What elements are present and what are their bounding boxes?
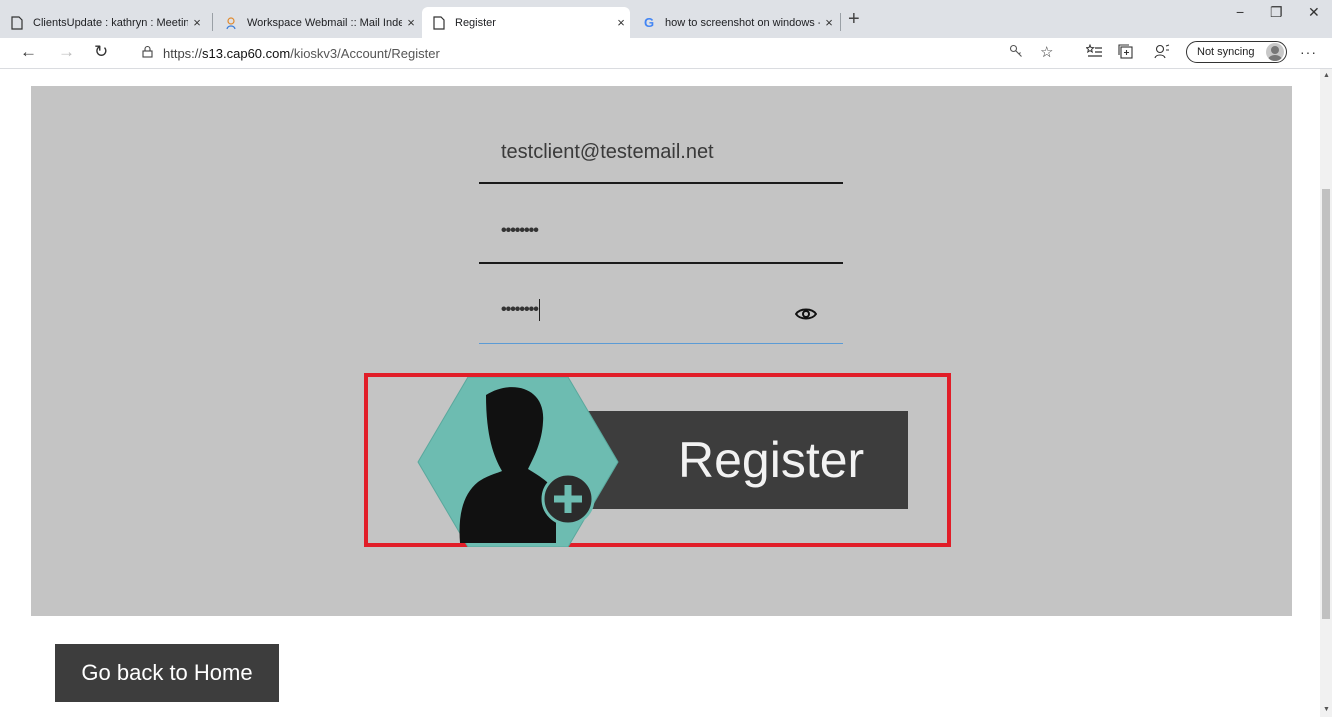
register-highlight-box: Register xyxy=(364,373,951,547)
text-caret xyxy=(538,299,540,321)
address-bar[interactable]: https://s13.cap60.com/kioskv3/Account/Re… xyxy=(128,41,990,65)
lock-icon xyxy=(142,45,153,61)
tab-close-icon[interactable]: × xyxy=(612,15,630,30)
url-path: /kioskv3/Account/Register xyxy=(290,45,440,61)
address-toolbar: ← → ↻ https://s13.cap60.com/kioskv3/Acco… xyxy=(0,38,1332,69)
tab-separator xyxy=(840,13,841,31)
tab-google-search[interactable]: G how to screenshot on windows - × xyxy=(632,7,838,38)
tab-separator xyxy=(212,13,213,31)
confirm-password-field[interactable]: •••••••• xyxy=(479,288,843,344)
forward-button[interactable]: → xyxy=(58,42,75,62)
tab-close-icon[interactable]: × xyxy=(402,15,420,30)
collections-icon[interactable] xyxy=(1118,44,1133,64)
more-menu-icon[interactable]: ··· xyxy=(1300,44,1317,60)
vertical-scrollbar[interactable]: ▲ ▼ xyxy=(1320,69,1332,717)
register-label: Register xyxy=(678,432,865,488)
google-icon: G xyxy=(643,15,655,30)
scroll-up-icon[interactable]: ▲ xyxy=(1323,72,1330,79)
tab-strip: ClientsUpdate : kathryn : Meeting × Work… xyxy=(0,0,1332,38)
new-tab-button[interactable]: + xyxy=(848,9,860,29)
add-user-icon xyxy=(417,377,619,547)
back-button[interactable]: ← xyxy=(20,42,37,62)
close-window-button[interactable]: ✕ xyxy=(1308,4,1320,21)
tab-title: how to screenshot on windows - xyxy=(665,16,820,29)
scrollbar-thumb[interactable] xyxy=(1322,189,1330,619)
url-host: s13.cap60.com xyxy=(202,45,291,61)
tab-webmail[interactable]: Workspace Webmail :: Mail Index × xyxy=(214,7,420,38)
favorite-star-icon[interactable]: ☆ xyxy=(1040,44,1053,62)
sync-button[interactable]: Not syncing xyxy=(1186,41,1287,63)
email-field[interactable]: testclient@testemail.net xyxy=(479,128,843,184)
tab-title: ClientsUpdate : kathryn : Meeting xyxy=(33,16,188,29)
password-field[interactable]: •••••••• xyxy=(479,208,843,264)
page-viewport: testclient@testemail.net •••••••• ••••••… xyxy=(0,69,1320,717)
webmail-icon xyxy=(224,16,238,30)
register-button[interactable]: Register xyxy=(368,377,947,547)
favorites-list-icon[interactable] xyxy=(1085,43,1102,64)
minimize-button[interactable]: − xyxy=(1236,4,1244,20)
go-back-home-button[interactable]: Go back to Home xyxy=(55,644,279,702)
show-password-eye-icon[interactable] xyxy=(794,307,818,321)
tab-register[interactable]: Register × xyxy=(422,7,630,38)
tab-close-icon[interactable]: × xyxy=(188,15,206,30)
url-scheme: https:// xyxy=(163,45,203,61)
tab-title: Register xyxy=(455,16,496,29)
refresh-button[interactable]: ↻ xyxy=(94,42,108,62)
tab-title: Workspace Webmail :: Mail Index xyxy=(247,16,402,29)
page-icon xyxy=(432,15,446,30)
page-icon xyxy=(10,15,24,30)
tab-close-icon[interactable]: × xyxy=(820,15,838,30)
read-aloud-icon[interactable] xyxy=(1154,44,1170,64)
avatar xyxy=(1266,43,1284,61)
email-value: testclient@testemail.net xyxy=(501,141,714,163)
confirm-password-mask: •••••••• xyxy=(501,299,540,321)
password-mask: •••••••• xyxy=(501,222,539,239)
key-icon[interactable] xyxy=(1009,44,1024,64)
register-panel: testclient@testemail.net •••••••• ••••••… xyxy=(31,86,1292,616)
restore-button[interactable]: ❐ xyxy=(1270,4,1283,21)
scroll-down-icon[interactable]: ▼ xyxy=(1323,706,1330,713)
sync-label: Not syncing xyxy=(1197,46,1255,58)
tab-clientsupdate[interactable]: ClientsUpdate : kathryn : Meeting × xyxy=(0,7,206,38)
